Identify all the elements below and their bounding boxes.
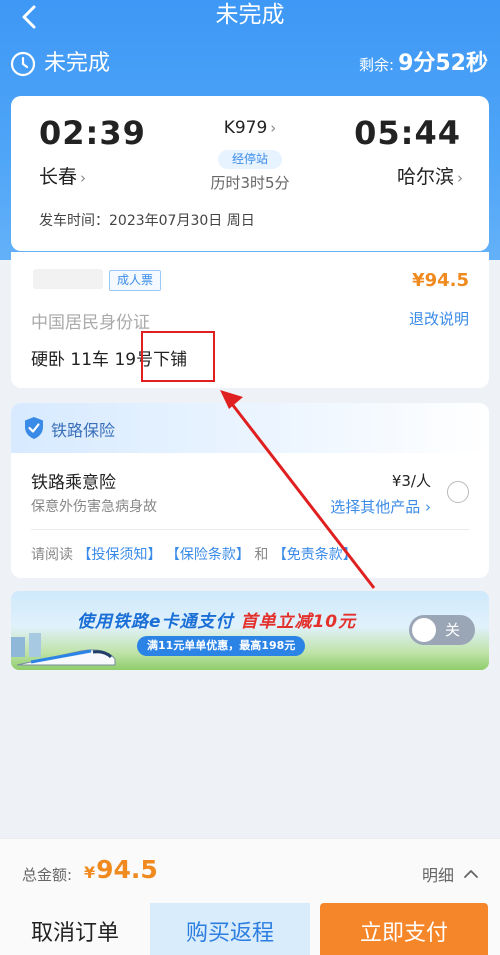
total-currency: ¥	[84, 863, 96, 882]
arrival-station[interactable]: 哈尔滨 ›	[397, 162, 463, 189]
insurance-price: ¥3/人	[391, 472, 431, 490]
annotation-highlight-box	[141, 331, 215, 382]
insurance-header: 铁路保险	[11, 403, 489, 453]
promo-title-b: e卡通支付	[149, 612, 234, 632]
detail-label: 明细	[421, 866, 454, 885]
train-info-card: 02:39 长春 › K979 › 经停站 历时3时5分 05:44 哈尔滨 › 发车…	[11, 96, 489, 251]
terms-clauses-link[interactable]: 【保险条款】	[166, 547, 250, 563]
order-status-text: 未完成	[44, 51, 111, 76]
insurance-terms: 请阅读 【投保须知】 【保险条款】 和 【免责条款】	[31, 544, 357, 564]
train-illustration	[11, 633, 116, 666]
chevron-right-icon: ›	[270, 119, 277, 137]
promo-title-highlight: 首单立减10元	[240, 612, 357, 632]
price-detail-toggle[interactable]: 明细	[422, 862, 454, 886]
remaining-value: 9分52秒	[398, 51, 488, 76]
pay-now-button[interactable]: 立即支付	[320, 903, 488, 955]
arrival-station-name: 哈尔滨	[396, 166, 454, 188]
chevron-up-icon[interactable]	[464, 869, 478, 878]
buy-return-trip-button[interactable]: 购买返程	[150, 903, 310, 955]
promo-banner[interactable]: 使用铁路e卡通支付 首单立减10元 满11元单单优惠，最高198元 关	[11, 591, 489, 670]
departure-date: 发车时间：2023年07月30日 周日	[39, 213, 255, 229]
chevron-right-icon: ›	[425, 498, 431, 516]
promo-title-a: 使用铁路	[77, 612, 149, 632]
toggle-label: 关	[445, 621, 461, 639]
other-products-link[interactable]: 选择其他产品 ›	[330, 496, 431, 517]
insurance-name: 铁路乘意险	[31, 473, 116, 493]
chevron-right-icon: ›	[457, 169, 463, 187]
insurance-section-title: 铁路保险	[51, 421, 116, 440]
shield-icon	[25, 417, 43, 439]
total-amount: ¥94.5	[84, 855, 158, 884]
divider	[31, 529, 469, 530]
stops-badge[interactable]: 经停站	[218, 150, 282, 169]
total-value: 94.5	[96, 855, 158, 884]
passenger-name-redacted	[33, 269, 103, 289]
insurance-card: 铁路保险 铁路乘意险 ¥3/人 保意外伤害急病身故 选择其他产品 › 请阅读 【…	[11, 403, 489, 578]
terms-prefix: 请阅读	[31, 547, 73, 563]
promo-subtitle: 满11元单单优惠，最高198元	[137, 636, 306, 656]
insurance-select-radio[interactable]	[447, 481, 469, 503]
remaining-time: 剩余: 9分52秒	[359, 48, 488, 81]
refund-policy-link[interactable]: 退改说明	[409, 308, 469, 329]
remaining-label: 剩余:	[359, 56, 395, 74]
terms-notice-link[interactable]: 【投保须知】	[77, 547, 161, 563]
ticket-price: ¥94.5	[412, 270, 469, 291]
page-title: 未完成	[215, 2, 285, 28]
other-products-label: 选择其他产品	[330, 498, 421, 516]
cancel-order-button[interactable]: 取消订单	[0, 903, 150, 955]
id-type: 中国居民身份证	[31, 313, 150, 333]
arrival-time: 05:44	[354, 114, 461, 152]
passenger-card: 成人票 ¥94.5 中国居民身份证 退改说明 硬卧 11车 19号下铺	[11, 252, 489, 388]
train-number-text: K979	[223, 118, 268, 138]
terms-and: 和	[254, 547, 269, 563]
promo-title: 使用铁路e卡通支付 首单立减10元	[77, 607, 356, 632]
ticket-type-badge: 成人票	[109, 270, 162, 291]
order-status-row: 未完成 剩余: 9分52秒	[10, 48, 490, 82]
total-label: 总金额:	[22, 866, 73, 884]
insurance-description: 保意外伤害急病身故	[31, 499, 157, 515]
clock-icon	[10, 51, 36, 77]
bottom-bar: 总金额: ¥94.5 明细 取消订单 购买返程 立即支付	[0, 838, 500, 955]
promo-toggle[interactable]: 关	[409, 615, 475, 645]
terms-exemption-link[interactable]: 【免责条款】	[273, 547, 357, 563]
toggle-knob	[412, 618, 436, 642]
